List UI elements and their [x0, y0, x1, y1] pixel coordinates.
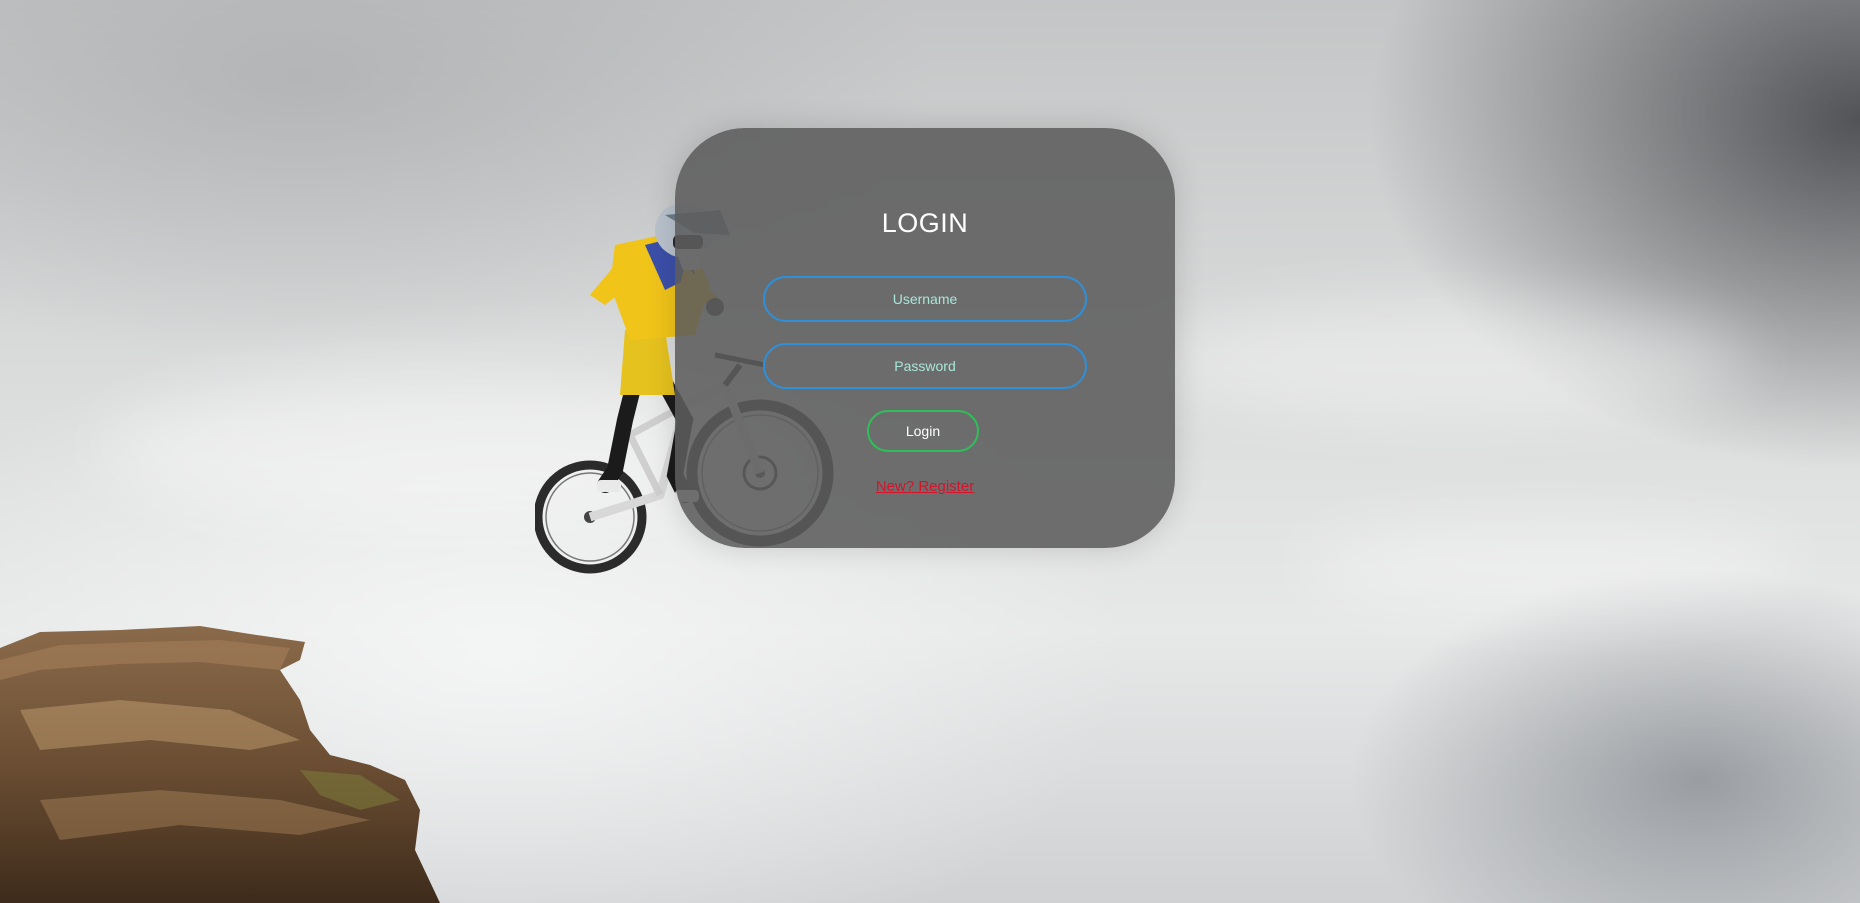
login-card: LOGIN Login New? Register [675, 128, 1175, 548]
rock-cliff [0, 626, 440, 903]
login-button[interactable]: Login [867, 410, 979, 452]
username-input[interactable] [763, 276, 1087, 322]
password-input[interactable] [763, 343, 1087, 389]
cloud-streak [1300, 520, 1800, 610]
cloud-streak [1150, 300, 1750, 420]
register-link[interactable]: New? Register [675, 478, 1175, 495]
login-title: LOGIN [881, 208, 969, 238]
